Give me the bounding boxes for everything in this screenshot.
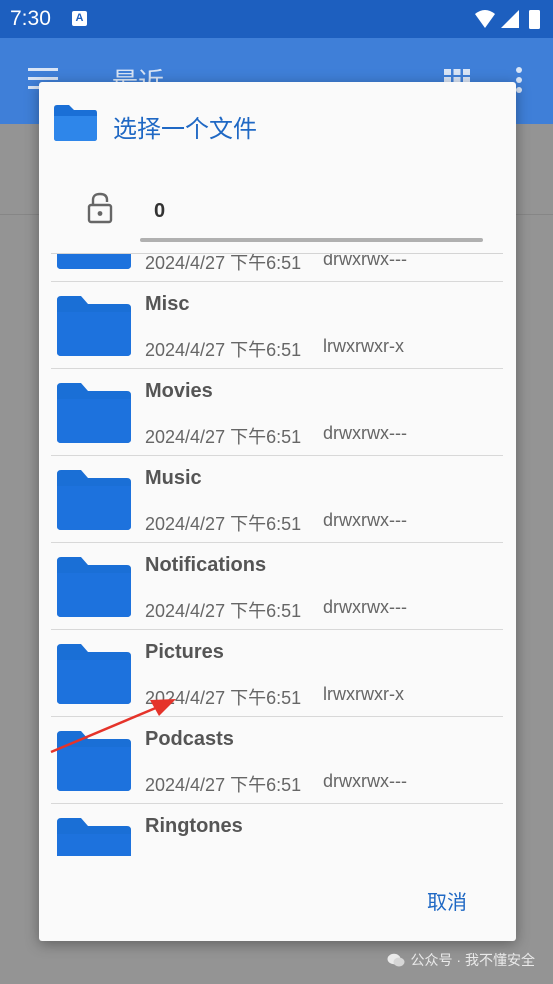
item-name: Podcasts — [145, 728, 234, 750]
notification-icon: A — [72, 11, 87, 26]
item-name: Music — [145, 467, 202, 489]
status-icons — [475, 10, 540, 29]
file-list-inner: Ideas2024/4/27 下午6:51drwxrwx---Misc2024/… — [51, 253, 503, 856]
folder-icon — [55, 816, 133, 856]
folder-icon — [55, 381, 133, 445]
folder-icon — [55, 468, 133, 532]
item-permissions: lrwxrwxr-x — [323, 336, 404, 356]
wechat-icon — [387, 953, 405, 967]
list-item[interactable]: Ideas2024/4/27 下午6:51drwxrwx--- — [51, 253, 503, 282]
list-item[interactable]: Music 2024/4/27 下午6:51 drwxrwx--- — [51, 456, 503, 543]
folder-icon — [55, 729, 133, 793]
item-permissions: drwxrwx--- — [323, 510, 407, 530]
battery-icon — [529, 10, 540, 29]
item-date: 2024/4/27 下午6:51 — [145, 775, 302, 795]
item-permissions: drwxrwx--- — [323, 253, 407, 269]
folder-icon — [55, 294, 133, 358]
item-name: Pictures — [145, 641, 224, 663]
item-name: Misc — [145, 293, 190, 315]
status-bar: 7:30 A — [0, 0, 553, 38]
list-item[interactable]: Notifications 2024/4/27 下午6:51 drwxrwx--- — [51, 543, 503, 630]
watermark: 公众号 · 我不懂安全 — [387, 950, 535, 970]
item-permissions: lrwxrwxr-x — [323, 684, 404, 704]
list-item[interactable]: Misc 2024/4/27 下午6:51 lrwxrwxr-x — [51, 282, 503, 369]
folder-icon — [55, 555, 133, 619]
signal-icon — [501, 10, 519, 28]
item-permissions: drwxrwx--- — [323, 423, 407, 443]
item-permissions: drwxrwx--- — [323, 597, 407, 617]
file-list[interactable]: Ideas2024/4/27 下午6:51drwxrwx---Misc2024/… — [51, 253, 503, 856]
item-name: Ringtones — [145, 815, 243, 837]
dialog-title: 选择一个文件 — [113, 116, 257, 143]
dialog-header: 选择一个文件 — [39, 82, 516, 166]
item-date: 2024/4/27 下午6:51 — [145, 253, 302, 273]
path-underline — [140, 238, 483, 242]
item-name: Movies — [145, 380, 213, 402]
path-row: 0 — [39, 172, 516, 252]
lock-open-icon[interactable] — [87, 192, 113, 224]
path-input[interactable]: 0 — [154, 200, 165, 223]
item-date: 2024/4/27 下午6:51 — [145, 514, 302, 534]
list-item[interactable]: Movies 2024/4/27 下午6:51 drwxrwx--- — [51, 369, 503, 456]
item-name: Notifications — [145, 554, 267, 576]
wifi-icon — [475, 10, 495, 28]
list-item[interactable]: Podcasts 2024/4/27 下午6:51 drwxrwx--- — [51, 717, 503, 804]
folder-icon — [54, 105, 97, 141]
item-date: 2024/4/27 下午6:51 — [145, 601, 302, 621]
watermark-text: 公众号 · 我不懂安全 — [410, 952, 535, 968]
item-permissions: drwxrwx--- — [323, 771, 407, 791]
item-date: 2024/4/27 下午6:51 — [145, 427, 302, 447]
folder-icon — [55, 642, 133, 706]
status-time: 7:30 — [10, 7, 51, 30]
file-picker-dialog: 选择一个文件 0 Ideas2024/4/27 下午6:51drwxrwx---… — [39, 82, 516, 941]
list-item[interactable]: Pictures 2024/4/27 下午6:51 lrwxrwxr-x — [51, 630, 503, 717]
item-date: 2024/4/27 下午6:51 — [145, 340, 302, 360]
folder-icon — [55, 254, 133, 271]
cancel-button[interactable]: 取消 — [427, 886, 467, 915]
item-date: 2024/4/27 下午6:51 — [145, 688, 302, 708]
list-item[interactable]: Ringtones — [51, 804, 503, 856]
